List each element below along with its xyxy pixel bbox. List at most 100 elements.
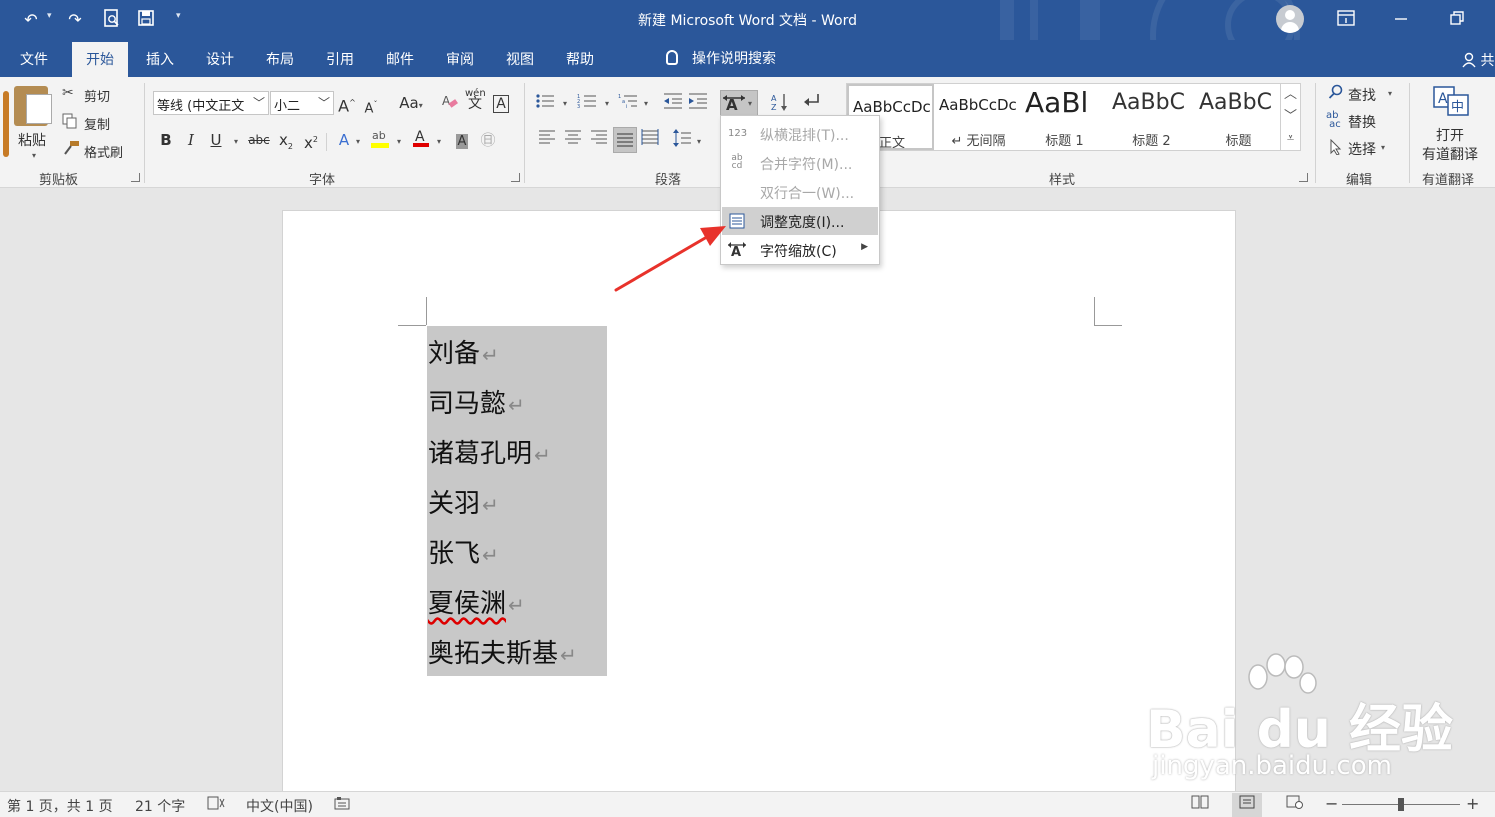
tab-file[interactable]: 文件 — [20, 49, 48, 69]
text-effects-icon[interactable]: A — [334, 129, 354, 151]
asian-layout-button[interactable]: A ▾ — [720, 90, 758, 116]
bold-button[interactable]: B — [156, 129, 176, 151]
line-spacing-dropdown-icon[interactable]: ▾ — [697, 137, 701, 146]
share-button[interactable]: 共 — [1462, 50, 1494, 70]
justify-icon[interactable] — [613, 127, 637, 153]
zoom-in-button[interactable]: + — [1466, 794, 1479, 813]
multilevel-list-icon[interactable]: 1ai — [618, 92, 638, 114]
gallery-more-icon[interactable]: ⩡ — [1281, 128, 1300, 150]
chevron-down-icon[interactable]: ﹀ — [250, 94, 265, 111]
bullets-icon[interactable] — [535, 92, 555, 114]
find-button[interactable]: 查找 — [1348, 85, 1376, 105]
clear-formatting-icon[interactable]: A — [440, 92, 460, 114]
style-no-spacing[interactable]: AaBbCcDc ↵ 无间隔 — [935, 84, 1022, 150]
select-dropdown-icon[interactable]: ▾ — [1381, 143, 1385, 152]
macro-recording-icon[interactable] — [334, 796, 350, 814]
cut-button[interactable]: 剪切 — [84, 86, 110, 105]
account-avatar[interactable] — [1276, 5, 1304, 33]
distributed-align-icon[interactable] — [640, 129, 660, 151]
page-count[interactable]: 第 1 页，共 1 页 — [7, 796, 113, 816]
paste-button[interactable]: 粘贴 ▾ — [12, 83, 56, 163]
paste-dropdown-icon[interactable]: ▾ — [32, 151, 36, 160]
gallery-down-icon[interactable]: ﹀ — [1281, 106, 1300, 128]
select-button[interactable]: 选择 — [1348, 139, 1376, 159]
tab-review[interactable]: 审阅 — [446, 49, 474, 69]
copy-button[interactable]: 复制 — [84, 114, 110, 133]
language-indicator[interactable]: 中文(中国) — [246, 796, 313, 816]
highlight-dropdown-icon[interactable]: ▾ — [397, 137, 401, 146]
zoom-out-button[interactable]: − — [1325, 794, 1338, 813]
show-marks-icon[interactable] — [802, 92, 822, 114]
phonetic-guide-button[interactable]: wén 文 — [465, 89, 486, 112]
menu-item-vertical-in-horizontal[interactable]: 123 纵横混排(T)... — [722, 120, 878, 148]
paragraph[interactable]: 司马懿 ↵ — [428, 383, 525, 420]
style-heading-1[interactable]: AaBl 标题 1 — [1021, 84, 1108, 150]
strikethrough-button[interactable]: abc — [245, 129, 273, 151]
highlight-icon[interactable]: ab — [370, 127, 390, 149]
align-left-icon[interactable] — [537, 129, 557, 151]
tab-design[interactable]: 设计 — [206, 49, 234, 69]
menu-item-character-scale[interactable]: A 字符缩放(C) ▶ — [722, 236, 878, 264]
document-page[interactable]: 刘备 ↵ 司马懿 ↵ 诸葛孔明 ↵ 关羽 ↵ 张飞 ↵ 夏侯渊 ↵ 奥拓夫斯基 ↵ — [282, 210, 1236, 800]
italic-button[interactable]: I — [181, 129, 201, 151]
underline-dropdown-icon[interactable]: ▾ — [234, 137, 238, 146]
find-dropdown-icon[interactable]: ▾ — [1388, 89, 1392, 98]
change-case-button[interactable]: Aa▾ — [394, 92, 428, 114]
font-size-combo[interactable]: 小二 ﹀ — [270, 91, 334, 115]
tab-mailings[interactable]: 邮件 — [386, 49, 414, 69]
tab-insert[interactable]: 插入 — [146, 49, 174, 69]
shrink-font-button[interactable]: Aˇ — [361, 94, 381, 116]
print-layout-icon[interactable] — [1232, 793, 1262, 817]
font-color-dropdown-icon[interactable]: ▾ — [437, 137, 441, 146]
tab-references[interactable]: 引用 — [326, 49, 354, 69]
paragraph[interactable]: 诸葛孔明 ↵ — [428, 433, 551, 470]
style-heading-2[interactable]: AaBbC 标题 2 — [1108, 84, 1195, 150]
proofing-icon[interactable] — [207, 796, 225, 814]
clipboard-launcher-icon[interactable] — [131, 173, 140, 182]
menu-item-combine-characters[interactable]: ab cd 合并字符(M)... — [722, 149, 878, 177]
web-layout-icon[interactable] — [1280, 793, 1310, 817]
zoom-slider-thumb[interactable] — [1398, 798, 1404, 811]
character-border-button[interactable]: A — [491, 92, 511, 114]
ribbon-display-options-icon[interactable] — [1335, 10, 1357, 30]
restore-icon[interactable] — [1446, 10, 1468, 30]
grow-font-button[interactable]: A^ — [337, 92, 357, 115]
subscript-button[interactable]: x2 — [276, 129, 296, 151]
align-center-icon[interactable] — [563, 129, 583, 151]
tab-help[interactable]: 帮助 — [566, 49, 594, 69]
gallery-up-icon[interactable]: ︿ — [1281, 84, 1300, 106]
font-name-combo[interactable]: 等线 (中文正文 ﹀ — [153, 91, 269, 115]
menu-item-fit-text[interactable]: 调整宽度(I)... — [722, 207, 878, 235]
paragraph[interactable]: 夏侯渊 ↵ — [428, 583, 525, 620]
paragraph[interactable]: 奥拓夫斯基 ↵ — [428, 633, 577, 670]
align-right-icon[interactable] — [589, 129, 609, 151]
paragraph[interactable]: 刘备 ↵ — [428, 333, 499, 370]
read-mode-icon[interactable] — [1185, 793, 1215, 817]
replace-button[interactable]: 替换 — [1348, 112, 1376, 132]
open-youdao-button[interactable]: A 中 打开 有道翻译 — [1418, 85, 1484, 165]
tab-layout[interactable]: 布局 — [266, 49, 294, 69]
minimize-icon[interactable] — [1390, 10, 1412, 30]
menu-item-two-lines-in-one[interactable]: 双行合一(W)... — [722, 178, 878, 206]
character-shading-icon[interactable]: A — [452, 129, 472, 151]
chevron-down-icon[interactable]: ﹀ — [318, 94, 330, 111]
text-effects-dropdown-icon[interactable]: ▾ — [356, 137, 360, 146]
format-painter-button[interactable]: 格式刷 — [84, 142, 123, 161]
font-launcher-icon[interactable] — [511, 173, 520, 182]
bullets-dropdown-icon[interactable]: ▾ — [563, 99, 567, 108]
style-title[interactable]: AaBbC 标题 — [1195, 84, 1282, 150]
tab-view[interactable]: 视图 — [506, 49, 534, 69]
increase-indent-icon[interactable] — [688, 92, 708, 114]
word-count[interactable]: 21 个字 — [135, 796, 185, 816]
decrease-indent-icon[interactable] — [663, 92, 683, 114]
paragraph[interactable]: 张飞 ↵ — [428, 533, 499, 570]
numbering-dropdown-icon[interactable]: ▾ — [605, 99, 609, 108]
enclose-characters-icon[interactable]: ㊐ — [478, 129, 498, 151]
sort-icon[interactable]: AZ — [770, 92, 790, 114]
styles-launcher-icon[interactable] — [1299, 173, 1308, 182]
tell-me-search[interactable]: 操作说明搜索 — [666, 48, 776, 68]
font-color-icon[interactable]: A — [411, 127, 431, 149]
superscript-button[interactable]: x2 — [301, 129, 321, 152]
numbering-icon[interactable]: 123 — [577, 92, 597, 114]
line-spacing-icon[interactable] — [672, 129, 692, 151]
